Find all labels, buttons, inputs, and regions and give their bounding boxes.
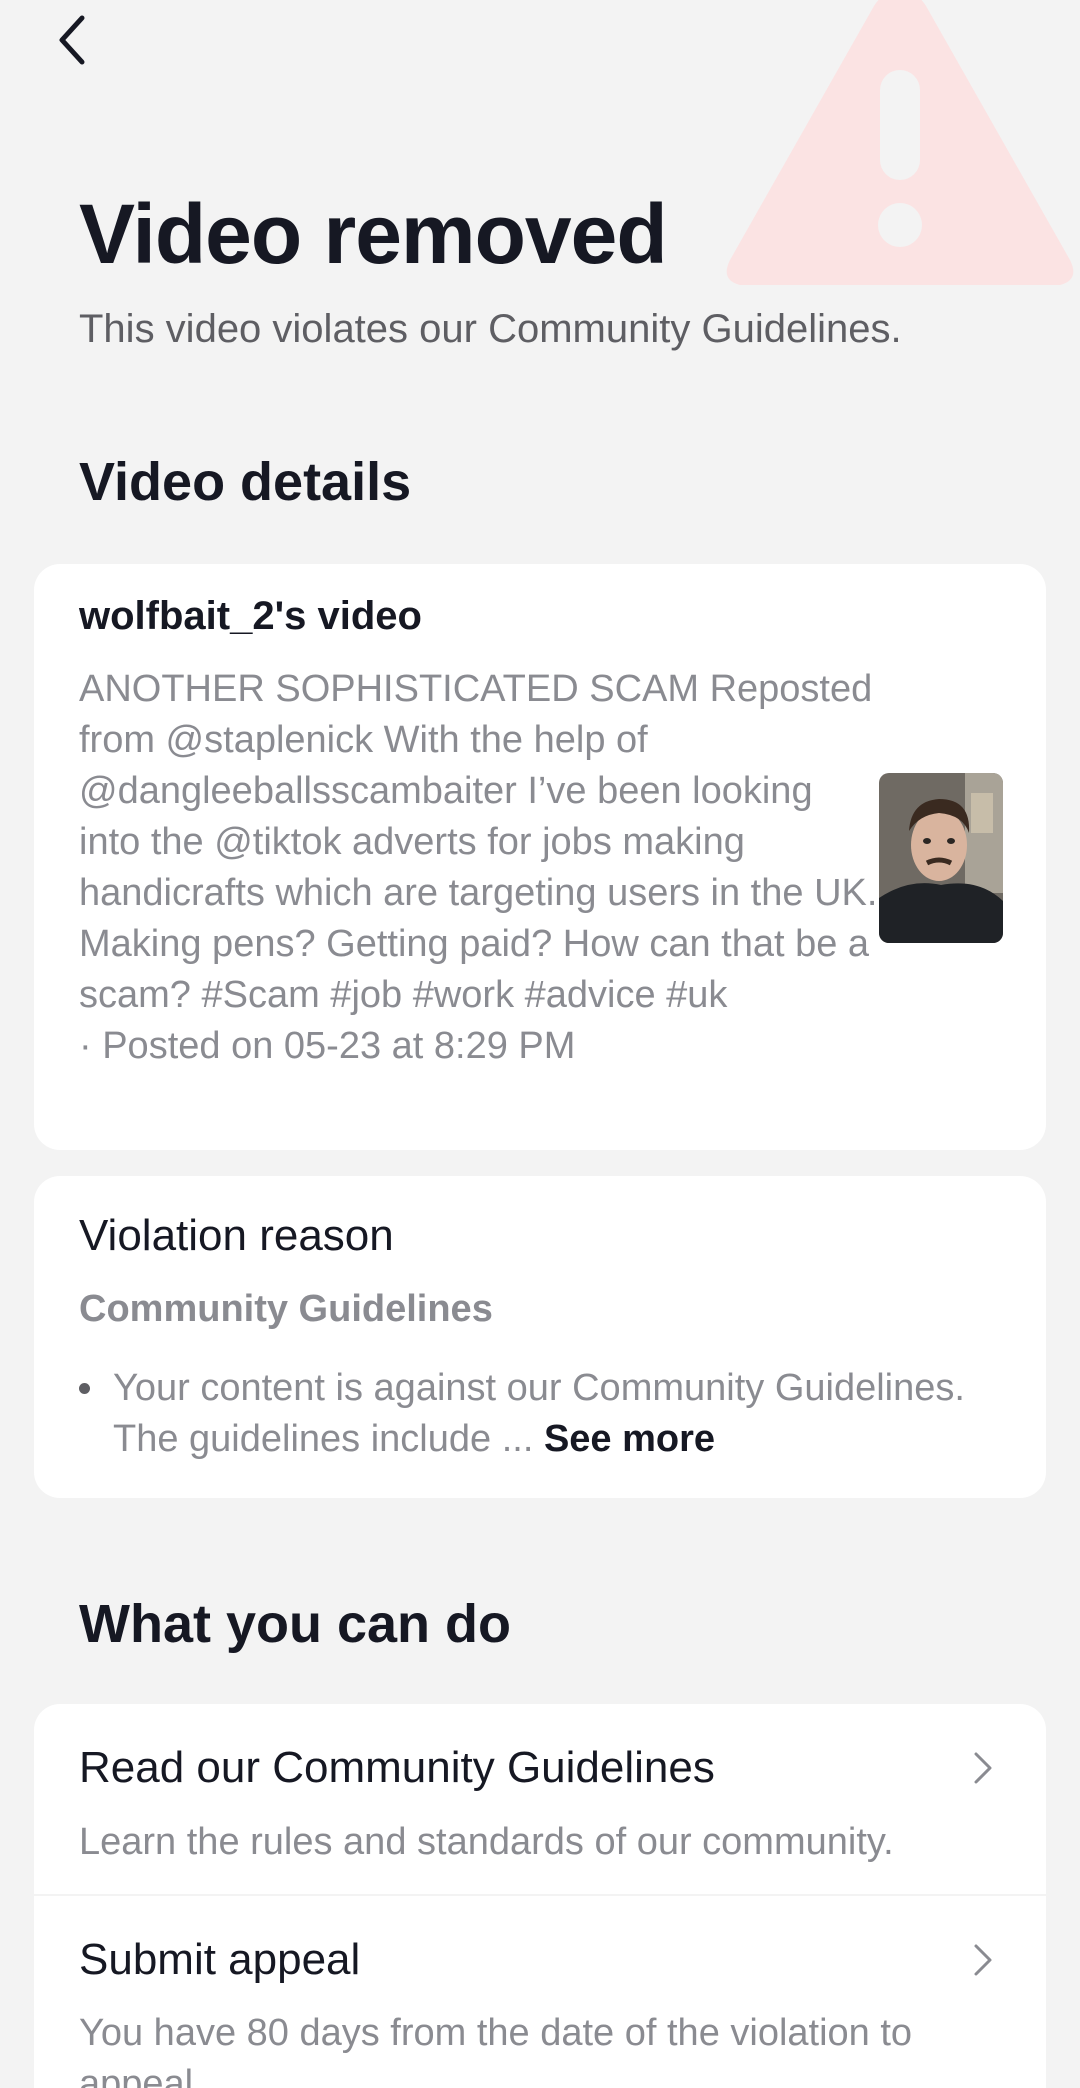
submit-appeal-description: You have 80 days from the date of the vi… bbox=[79, 2012, 913, 2088]
see-more-link[interactable]: See more bbox=[544, 1418, 715, 1460]
violation-bullet: Your content is against our Community Gu… bbox=[79, 1363, 1009, 1465]
violation-bullet-text: Your content is against our Community Gu… bbox=[113, 1367, 965, 1460]
warning-icon bbox=[726, 0, 1074, 285]
violation-reason-title: Violation reason bbox=[79, 1211, 394, 1260]
violation-category: Community Guidelines bbox=[79, 1288, 493, 1330]
chevron-left-icon bbox=[59, 15, 85, 65]
chevron-right-icon bbox=[974, 1752, 992, 1784]
what-you-can-do-heading: What you can do bbox=[79, 1594, 511, 1654]
posted-date: · Posted on 05-23 at 8:29 PM bbox=[79, 1025, 576, 1067]
page-subtitle: This video violates our Community Guidel… bbox=[79, 307, 902, 351]
submit-appeal-row[interactable]: Submit appeal You have 80 days from the … bbox=[34, 1896, 1046, 2088]
video-removed-page: Video removed This video violates our Co… bbox=[0, 0, 1080, 2088]
read-guidelines-title: Read our Community Guidelines bbox=[79, 1743, 715, 1792]
read-guidelines-description: Learn the rules and standards of our com… bbox=[79, 1821, 894, 1863]
actions-card: Read our Community Guidelines Learn the … bbox=[34, 1704, 1046, 2088]
bullet-dot bbox=[79, 1383, 90, 1394]
back-button[interactable] bbox=[40, 8, 104, 72]
page-title: Video removed bbox=[79, 187, 668, 281]
read-guidelines-row[interactable]: Read our Community Guidelines Learn the … bbox=[34, 1704, 1046, 1894]
video-details-heading: Video details bbox=[79, 452, 412, 512]
video-owner-title: wolfbait_2's video bbox=[79, 594, 422, 638]
chevron-right-icon bbox=[974, 1944, 992, 1976]
video-details-card: wolfbait_2's video ANOTHER SOPHISTICATED… bbox=[34, 564, 1046, 1150]
video-thumbnail[interactable] bbox=[879, 773, 1003, 943]
video-description: ANOTHER SOPHISTICATED SCAM Reposted from… bbox=[79, 664, 879, 1072]
submit-appeal-title: Submit appeal bbox=[79, 1935, 361, 1984]
video-caption: ANOTHER SOPHISTICATED SCAM Reposted from… bbox=[79, 668, 878, 1016]
violation-reason-card: Violation reason Community Guidelines Yo… bbox=[34, 1176, 1046, 1498]
video-thumbnail-image bbox=[879, 773, 1003, 943]
